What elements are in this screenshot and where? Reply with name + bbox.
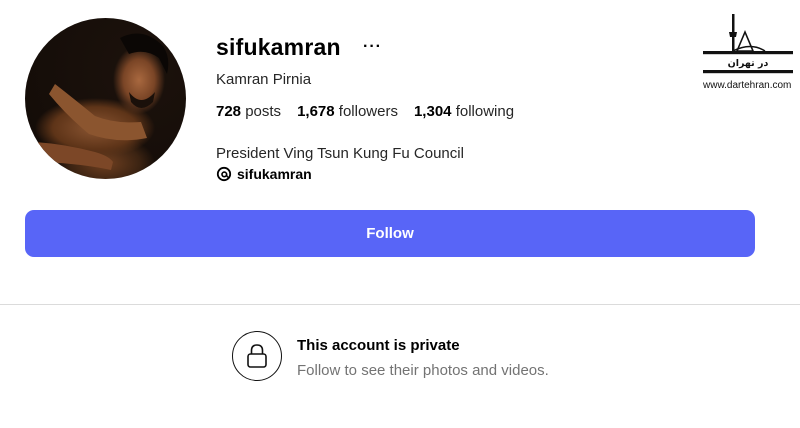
threads-icon: [216, 166, 232, 182]
threads-link[interactable]: sifukamran: [216, 166, 312, 182]
followers-stat[interactable]: 1,678 followers: [297, 103, 398, 120]
section-divider: [0, 304, 800, 305]
profile-avatar[interactable]: [25, 18, 186, 179]
milad-tower-icon: در تهران: [703, 14, 793, 74]
more-options-button[interactable]: ···: [363, 38, 382, 56]
posts-count: 728: [216, 103, 242, 120]
avatar-photo: [35, 33, 169, 170]
followers-count: 1,678: [297, 103, 335, 120]
followers-label: followers: [338, 103, 398, 120]
profile-full-name: Kamran Pirnia: [216, 71, 312, 88]
lock-icon: [247, 344, 267, 368]
profile-stats: 728 posts 1,678 followers 1,304 followin…: [216, 103, 514, 120]
posts-label: posts: [245, 103, 282, 120]
threads-handle: sifukamran: [237, 166, 312, 182]
following-stat[interactable]: 1,304 following: [414, 103, 514, 120]
posts-stat: 728 posts: [216, 103, 281, 120]
follow-button[interactable]: Follow: [25, 210, 755, 257]
watermark-url: www.dartehran.com: [703, 80, 792, 91]
private-account-title: This account is private: [297, 337, 460, 354]
private-account-subtitle: Follow to see their photos and videos.: [297, 362, 549, 379]
logo-text: در تهران: [728, 58, 769, 69]
private-lock-badge: [232, 331, 282, 381]
profile-username: sifukamran: [216, 34, 341, 60]
profile-bio: President Ving Tsun Kung Fu Council: [216, 145, 464, 162]
following-count: 1,304: [413, 103, 452, 120]
following-label: following: [455, 103, 515, 120]
